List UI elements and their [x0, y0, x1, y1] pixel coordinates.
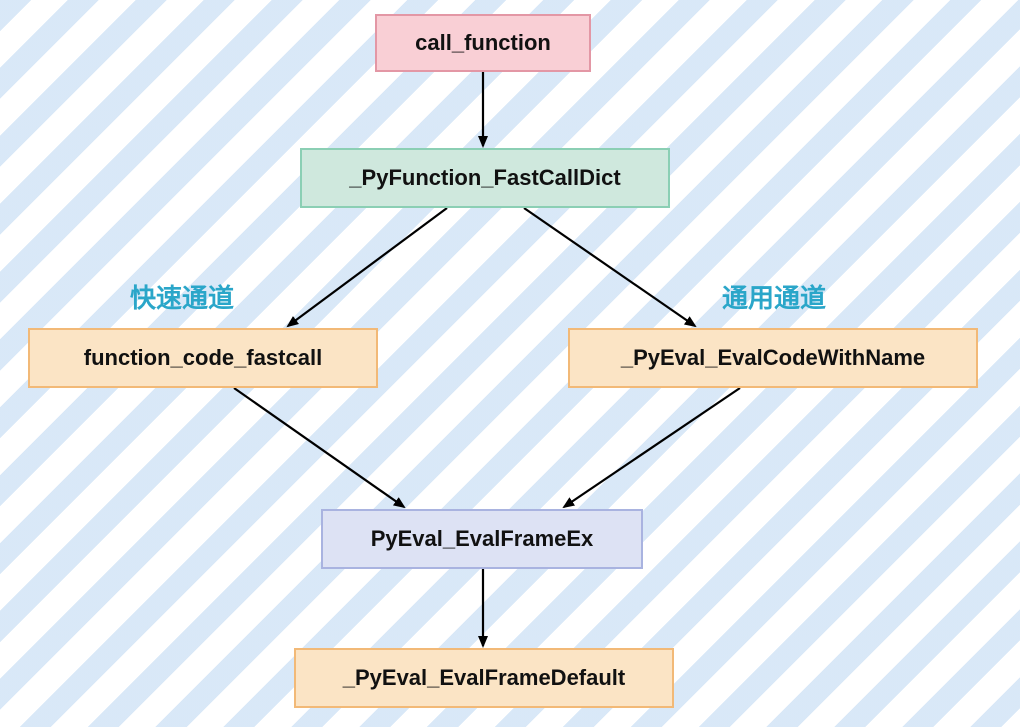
node-label: PyEval_EvalFrameEx	[371, 526, 594, 552]
node-function-code-fastcall: function_code_fastcall	[28, 328, 378, 388]
node-label: _PyEval_EvalFrameDefault	[343, 665, 626, 691]
node-label: call_function	[415, 30, 551, 56]
edge-fastcalldict-to-evalcode	[524, 208, 695, 326]
node-pyeval-evalframedefault: _PyEval_EvalFrameDefault	[294, 648, 674, 708]
diagram-canvas: call_function _PyFunction_FastCallDict f…	[0, 0, 1020, 727]
node-pyfunction-fastcalldict: _PyFunction_FastCallDict	[300, 148, 670, 208]
edge-fcc-to-evalframeex	[234, 388, 404, 507]
label-general-path: 通用通道	[722, 278, 826, 315]
label-fast-path: 快速通道	[130, 278, 234, 315]
node-label: function_code_fastcall	[84, 345, 322, 371]
node-pyeval-evalcodewithname: _PyEval_EvalCodeWithName	[568, 328, 978, 388]
edge-fastcalldict-to-fcc	[288, 208, 447, 326]
node-call-function: call_function	[375, 14, 591, 72]
node-pyeval-evalframeex: PyEval_EvalFrameEx	[321, 509, 643, 569]
edge-evalcode-to-evalframeex	[564, 388, 740, 507]
node-label: _PyFunction_FastCallDict	[349, 165, 620, 191]
node-label: _PyEval_EvalCodeWithName	[621, 345, 925, 371]
